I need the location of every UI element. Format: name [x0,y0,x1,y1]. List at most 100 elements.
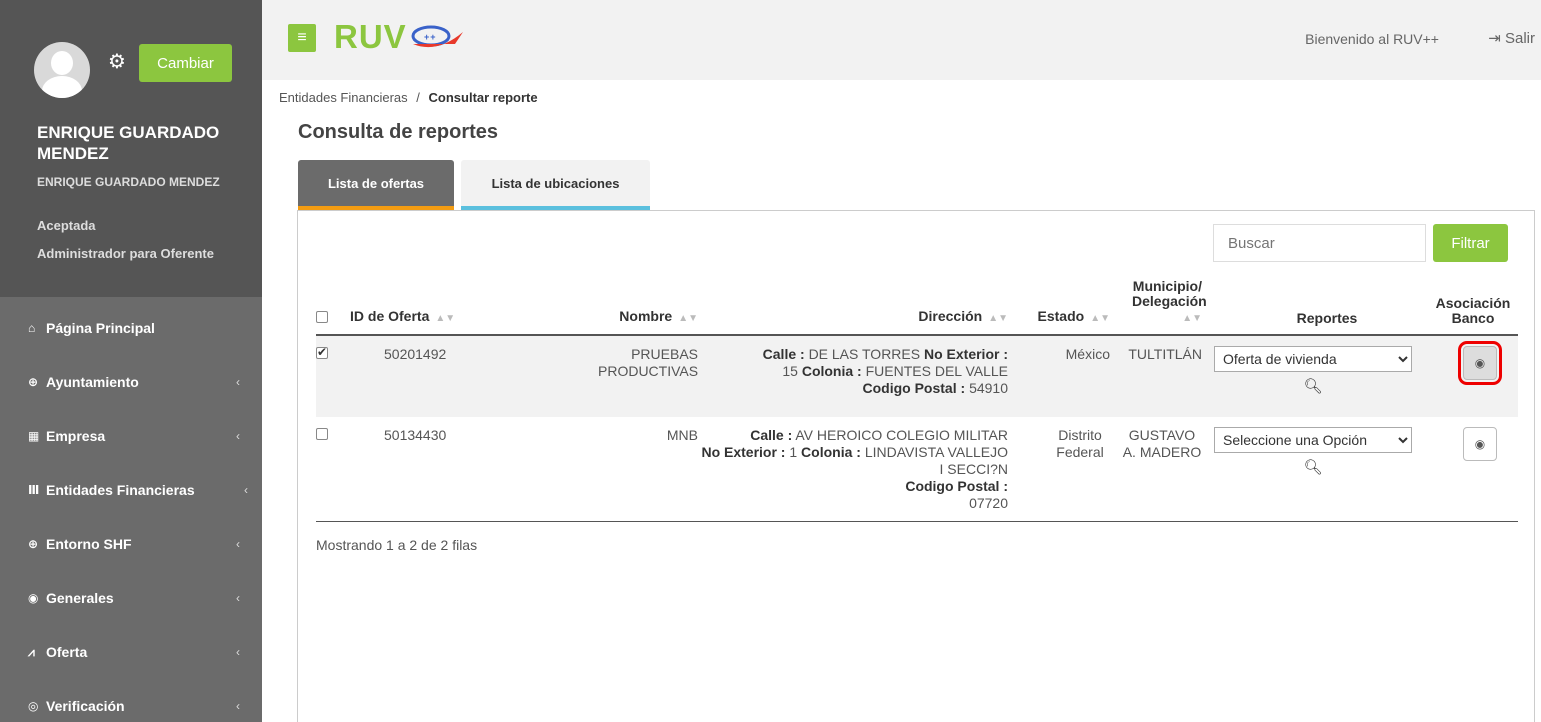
offers-table: ID de Oferta ▲▼ Nombre ▲▼ Dirección ▲▼ Esta… [316,279,1518,522]
header-direccion[interactable]: Dirección ▲▼ [698,279,1008,336]
logo-swoosh-icon: ++ [411,25,463,48]
asociacion-banco-button[interactable]: ◉ [1463,427,1497,461]
search-icon[interactable]: 🔍︎ [1214,378,1412,395]
breadcrumb-parent[interactable]: Entidades Financieras [279,90,408,105]
hamburger-menu-button[interactable]: ≡ [288,24,316,52]
target-icon: ◎ [28,699,39,713]
page-title: Consulta de reportes [298,121,499,143]
welcome-text: Bienvenido al RUV++ [1305,31,1439,47]
chevron-left-icon: ‹ [236,375,240,389]
building-icon: ▦ [28,429,40,443]
user-name: ENRIQUE GUARDADO MENDEZ [37,123,220,163]
sidebar-item-label: Página Principal [46,320,155,336]
plus-circle-icon: ⊕ [28,375,39,389]
sidebar-item-label: Generales [46,590,114,606]
target-icon: ◉ [1474,436,1486,451]
table-row[interactable]: 50134430 MNB Calle : AV HEROICO COLEGIO … [316,417,1518,521]
header-municipio[interactable]: Municipio/ Delegación▲▼ [1110,279,1207,336]
avatar[interactable] [34,42,90,98]
header-id-oferta[interactable]: ID de Oferta ▲▼ [350,279,490,336]
logout-icon: ⇥ [1488,30,1501,47]
plus-circle-icon: ⊕ [28,537,39,551]
header-asociacion-banco: Asociación Banco [1412,279,1518,336]
sidebar-item-label: Entorno SHF [46,536,132,552]
cell-estado: Distrito Federal [1056,427,1104,460]
breadcrumb-separator: / [416,90,420,105]
user-status: Aceptada [37,218,96,233]
cell-reportes: Oferta de vivienda 🔍︎ [1202,335,1412,417]
bank-icon: Ⅲ [28,483,40,497]
search-icon[interactable]: 🔍︎ [1214,459,1412,476]
sidebar-item-ayuntamiento[interactable]: ⊕ Ayuntamiento ‹ [0,355,262,409]
sidebar-item-pagina-principal[interactable]: ⌂ Página Principal [0,301,262,355]
sidebar-item-label: Verificación [46,698,125,714]
sort-icon: ▲▼ [988,313,1008,324]
breadcrumb-current: Consultar reporte [428,90,538,105]
topbar: ≡ RUV ++ Bienvenido al RUV++ ⇥ Salir [262,0,1541,80]
sidebar-item-oferta[interactable]: ⩘ Oferta ‹ [0,625,262,679]
gear-icon[interactable]: ⚙ [108,52,126,72]
report-select[interactable]: Oferta de vivienda [1214,346,1412,372]
cell-estado: México [1065,346,1110,362]
chevron-left-icon: ‹ [236,537,240,551]
sidebar-item-verificacion[interactable]: ◎ Verificación ‹ [0,679,262,722]
header-estado[interactable]: Estado ▲▼ [1008,279,1110,336]
sidebar-nav: ⌂ Página Principal ⊕ Ayuntamiento ‹ ▦ Empres… [0,301,262,722]
tabs: Lista de ofertas Lista de ubicaciones [298,160,650,210]
cell-direccion: Calle : DE LAS TORRES No Exterior : 15 C… [762,346,1008,396]
user-role: Administrador para Oferente [37,246,214,261]
home-icon: ⌂ [28,321,36,335]
cell-municipio: TULTITLÁN [1128,346,1202,362]
sidebar-item-empresa[interactable]: ▦ Empresa ‹ [0,409,262,463]
dashboard-icon: ◉ [28,591,39,605]
cambiar-button[interactable]: Cambiar [139,44,232,82]
sidebar-item-label: Oferta [46,644,88,660]
cell-asociacion: ◉ [1412,335,1518,417]
table-row[interactable]: 50201492 PRUEBAS PRODUCTIVAS Calle : DE … [316,335,1518,417]
sort-icon: ▲▼ [678,313,698,324]
chevron-left-icon: ‹ [244,483,248,497]
chevron-left-icon: ‹ [236,591,240,605]
sidebar-item-label: Ayuntamiento [46,374,139,390]
row-checkbox[interactable] [316,428,328,440]
select-all-checkbox[interactable] [316,311,328,323]
logout-link[interactable]: ⇥ Salir [1488,29,1535,47]
pagination-summary: Mostrando 1 a 2 de 2 filas [316,537,478,553]
breadcrumb: Entidades Financieras / Consultar report… [279,90,538,105]
sidebar-item-entorno-shf[interactable]: ⊕ Entorno SHF ‹ [0,517,262,571]
chevron-left-icon: ‹ [236,429,240,443]
sidebar-item-label: Empresa [46,428,106,444]
sort-icon: ▲▼ [1090,313,1110,324]
sidebar-item-label: Entidades Financieras [46,482,195,498]
svg-text:++: ++ [424,32,437,42]
sidebar: ⚙ Cambiar ENRIQUE GUARDADO MENDEZ ENRIQU… [0,0,262,722]
cell-id: 50201492 [384,346,447,362]
header-reportes: Reportes [1202,279,1412,336]
cell-id: 50134430 [384,427,447,443]
cell-asociacion: ◉ [1412,417,1518,521]
report-select[interactable]: Seleccione una Opción [1214,427,1412,453]
user-name-secondary: ENRIQUE GUARDADO MENDEZ [37,175,220,189]
header-nombre[interactable]: Nombre ▲▼ [490,279,698,336]
cell-nombre: PRUEBAS PRODUCTIVAS [598,346,699,379]
sidebar-item-entidades-financieras[interactable]: Ⅲ Entidades Financieras ‹ [0,463,262,517]
ruv-logo[interactable]: RUV ++ [334,18,465,56]
chevron-left-icon: ‹ [236,699,240,713]
row-checkbox[interactable] [316,344,328,361]
profile-panel: ⚙ Cambiar ENRIQUE GUARDADO MENDEZ ENRIQU… [0,0,262,297]
sort-icon: ▲▼ [435,313,456,324]
cell-reportes: Seleccione una Opción 🔍︎ [1202,417,1412,521]
target-icon: ◉ [1474,355,1486,370]
search-input[interactable] [1213,224,1426,262]
tab-lista-de-ubicaciones[interactable]: Lista de ubicaciones [461,160,650,210]
table-header-row: ID de Oferta ▲▼ Nombre ▲▼ Dirección ▲▼ Esta… [316,279,1518,336]
tab-lista-de-ofertas[interactable]: Lista de ofertas [298,160,454,210]
chevron-left-icon: ‹ [236,645,240,659]
sidebar-item-generales[interactable]: ◉ Generales ‹ [0,571,262,625]
line-chart-icon: ⩘ [28,644,35,659]
tab-panel: Filtrar ID de Oferta▲▼ Nombre▲▼ Direcció… [297,210,1535,722]
cell-municipio: GUSTAVO A. MADERO [1122,427,1202,460]
cell-direccion: Calle : AV HEROICO COLEGIO MILITAR No Ex… [701,427,1008,511]
filtrar-button[interactable]: Filtrar [1433,224,1508,262]
asociacion-banco-button[interactable]: ◉ [1458,341,1502,385]
